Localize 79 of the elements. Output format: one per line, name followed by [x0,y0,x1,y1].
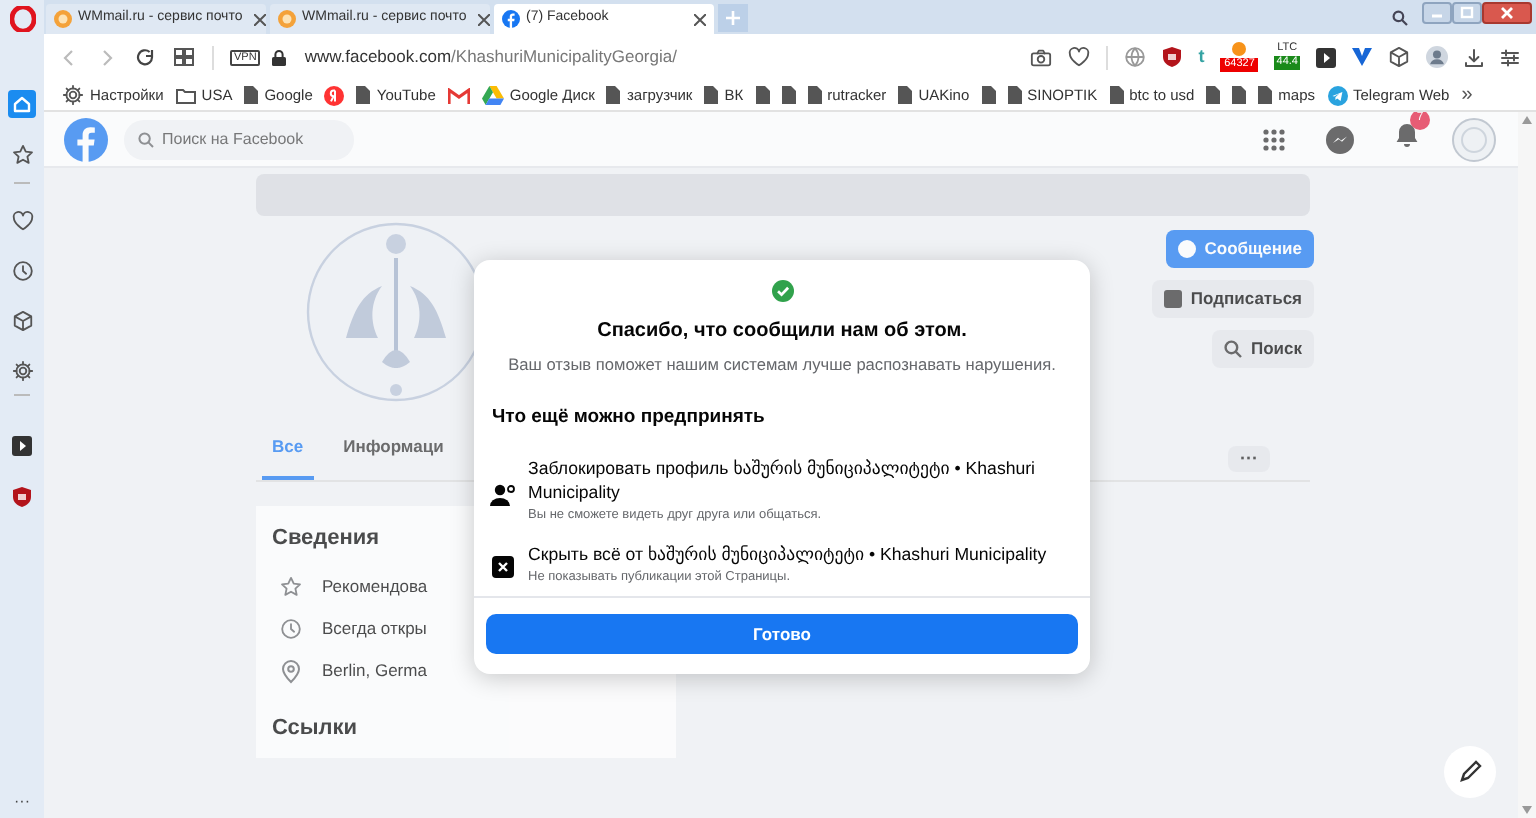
page-icon[interactable] [898,86,913,104]
check-icon [771,280,793,302]
close-icon[interactable] [254,13,267,25]
search-icon [1224,340,1243,358]
more-button[interactable]: ··· [1228,445,1270,472]
section-title: Сведения [272,523,380,554]
mail-logo-icon [54,10,72,28]
clock-icon [280,618,302,641]
facebook-logo-icon [502,10,520,28]
gear-icon[interactable] [8,356,36,384]
url-text[interactable]: www.facebook.com/KhashuriMunicipalityGeorgia/ [304,44,677,70]
star-icon[interactable] [8,140,36,168]
shield-icon[interactable] [8,482,36,510]
page-tab[interactable]: Информаци [333,434,454,480]
option-title: Скрыть всё от ხაშურის მუნიციპალიტეტი • Khashuri Municipality [528,541,1049,566]
tabs-grid-icon[interactable] [174,48,194,66]
done-button[interactable]: Готово [486,614,1078,654]
camera-icon[interactable] [1030,47,1053,67]
shield-icon[interactable] [1162,46,1183,68]
search-icon[interactable] [1392,9,1408,25]
dialog-title: Спасибо, что сообщили нам об этом. [597,318,967,346]
player-icon[interactable] [8,432,36,460]
section-title: Ссылки [272,714,358,745]
folder-icon[interactable] [175,87,196,103]
clock-icon[interactable] [8,256,36,284]
menu-icon[interactable] [1262,127,1286,151]
scrollbar[interactable] [1518,112,1536,818]
drive-icon[interactable] [481,85,504,105]
option-title: Заблокировать профиль ხაშურის მუნიციპალიტეტი • Khashuri Municipality [528,455,1038,504]
heart-icon[interactable] [1068,46,1091,68]
globe-icon[interactable] [1124,46,1147,68]
bell-icon[interactable] [1394,121,1420,147]
page-icon[interactable] [606,86,621,104]
close-icon[interactable] [694,13,706,25]
follow-button[interactable]: Подписаться [1152,280,1314,318]
page-icon[interactable] [244,86,259,104]
more-bookmarks-button[interactable]: » [1461,85,1473,105]
maximize-button[interactable] [1452,2,1482,24]
gmail-icon[interactable] [447,87,470,103]
search-button[interactable]: Поиск [1212,330,1314,368]
person-icon [490,484,516,507]
dialog-subtitle: Ваш отзыв поможет нашим системам лучше распознавать нарушения. [508,352,1056,377]
download-icon[interactable] [1464,47,1484,67]
facebook-logo-icon[interactable] [64,117,108,161]
avatar-icon[interactable] [1426,46,1448,68]
scroll-down-icon[interactable] [1522,806,1532,814]
info-text: Рекомендова [322,574,428,601]
star-icon [280,576,302,599]
yandex-icon[interactable] [324,85,345,105]
page-icon[interactable] [704,86,719,104]
page-icon[interactable] [356,86,371,104]
info-text: Berlin, Germa [322,658,427,685]
pin-icon [280,659,302,684]
lock-icon [272,49,287,65]
square-icon [1164,290,1183,308]
sliders-icon[interactable] [1500,47,1520,67]
edit-button[interactable] [1444,746,1496,798]
page-icon[interactable] [1109,86,1124,104]
mail-logo-icon [278,10,296,28]
section-heading: Что ещё можно предпринять [492,404,767,433]
hide-icon [490,555,516,578]
heart-icon[interactable] [8,206,36,234]
home-icon[interactable] [8,90,36,118]
scroll-up-icon[interactable] [1522,116,1532,124]
search-field[interactable]: Поиск на Facebook [124,119,354,159]
search-icon [138,131,154,147]
close-icon[interactable] [478,13,491,25]
close-button[interactable] [1482,2,1532,24]
cube-icon[interactable] [1388,46,1410,68]
minimize-button[interactable] [1422,2,1452,24]
player-icon[interactable] [1316,47,1336,67]
telegram-icon[interactable] [1327,85,1348,105]
info-text: Всегда откры [322,616,427,643]
gear-icon[interactable] [62,84,84,106]
reload-icon[interactable] [136,47,156,67]
opera-logo-icon[interactable] [9,6,35,32]
more-icon[interactable]: ··· [14,794,30,810]
cube-icon[interactable] [8,306,36,334]
vee-icon[interactable] [1352,48,1372,66]
